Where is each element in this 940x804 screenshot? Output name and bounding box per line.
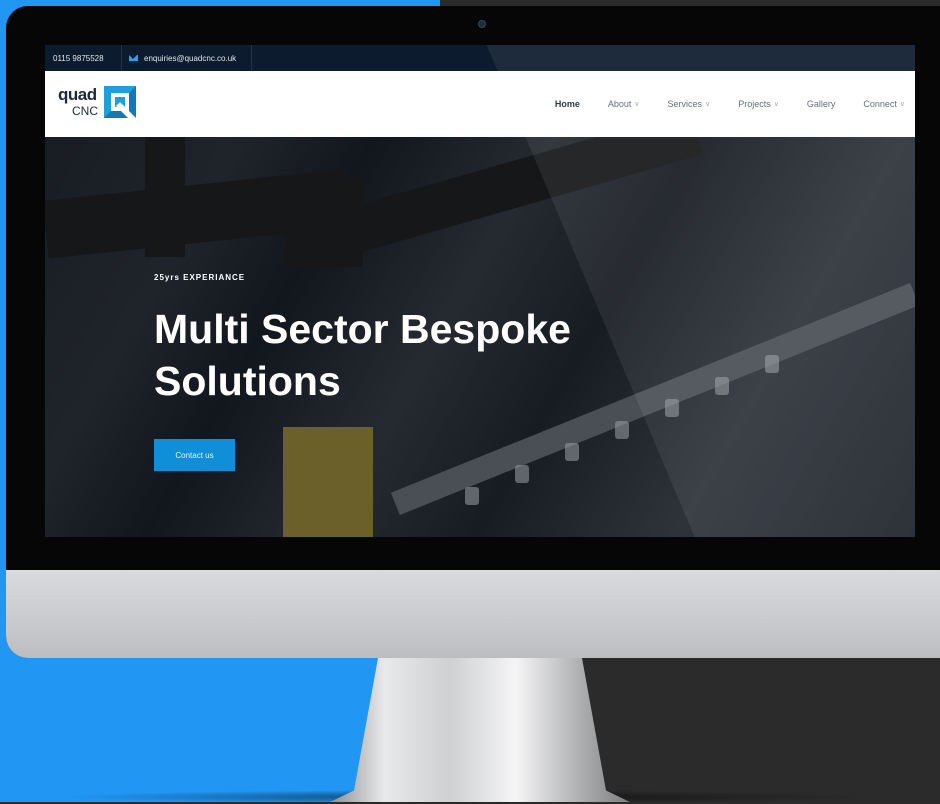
nav-label: About [607, 99, 632, 109]
imac-monitor: 0115 9875528 enquiries@quadcnc.co.uk qua… [6, 6, 940, 658]
chevron-down-icon: ∨ [773, 101, 779, 108]
phone-number[interactable]: 0115 9875528 [45, 45, 122, 71]
main-navbar: quad CNC Home About ∨ Services ∨ Project… [45, 71, 915, 137]
rail-bolt [515, 465, 529, 483]
nav-item-connect[interactable]: Connect ∨ [863, 99, 905, 109]
chevron-down-icon: ∨ [634, 101, 640, 108]
website-screen: 0115 9875528 enquiries@quadcnc.co.uk qua… [45, 45, 915, 537]
monitor-chin [6, 570, 940, 658]
nav-item-projects[interactable]: Projects ∨ [738, 99, 779, 109]
machine-cylinder [283, 427, 373, 537]
site-logo[interactable]: quad CNC [58, 85, 140, 121]
nav-label: Services [667, 99, 703, 109]
machine-clamp [285, 177, 363, 267]
rail-bolt [565, 443, 579, 461]
logo-text-cnc: CNC [72, 104, 98, 118]
nav-label: Projects [738, 99, 771, 109]
webcam-icon [478, 20, 486, 28]
mail-icon [129, 55, 138, 61]
nav-label: Home [554, 99, 580, 109]
main-nav: Home About ∨ Services ∨ Projects ∨ Galle… [527, 71, 905, 137]
nav-item-gallery[interactable]: Gallery [807, 99, 836, 109]
nav-item-home[interactable]: Home [555, 99, 580, 109]
chevron-down-icon: ∨ [705, 101, 711, 108]
nav-item-services[interactable]: Services ∨ [668, 99, 711, 109]
chevron-down-icon: ∨ [899, 101, 905, 108]
email-contact[interactable]: enquiries@quadcnc.co.uk [121, 45, 252, 71]
hero-section: 25yrs EXPERIANCE Multi Sector Bespoke So… [45, 137, 915, 537]
contact-us-button[interactable]: Contact us [154, 439, 235, 471]
rail-bolt [765, 355, 779, 373]
rail-bolt [715, 377, 729, 395]
rail-bolt [615, 421, 629, 439]
nav-item-about[interactable]: About ∨ [608, 99, 640, 109]
hero-subtitle: 25yrs EXPERIANCE [154, 273, 246, 282]
contact-bar: 0115 9875528 enquiries@quadcnc.co.uk [45, 45, 915, 71]
machine-post [145, 137, 185, 257]
nav-label: Connect [863, 99, 897, 109]
nav-label: Gallery [806, 99, 836, 109]
logo-text-quad: quad [58, 85, 97, 104]
email-address[interactable]: enquiries@quadcnc.co.uk [144, 54, 236, 63]
quad-cnc-logo-icon [104, 86, 136, 118]
hero-headline: Multi Sector Bespoke Solutions [154, 306, 571, 404]
monitor-stand [330, 658, 630, 802]
rail-bolt [465, 487, 479, 505]
